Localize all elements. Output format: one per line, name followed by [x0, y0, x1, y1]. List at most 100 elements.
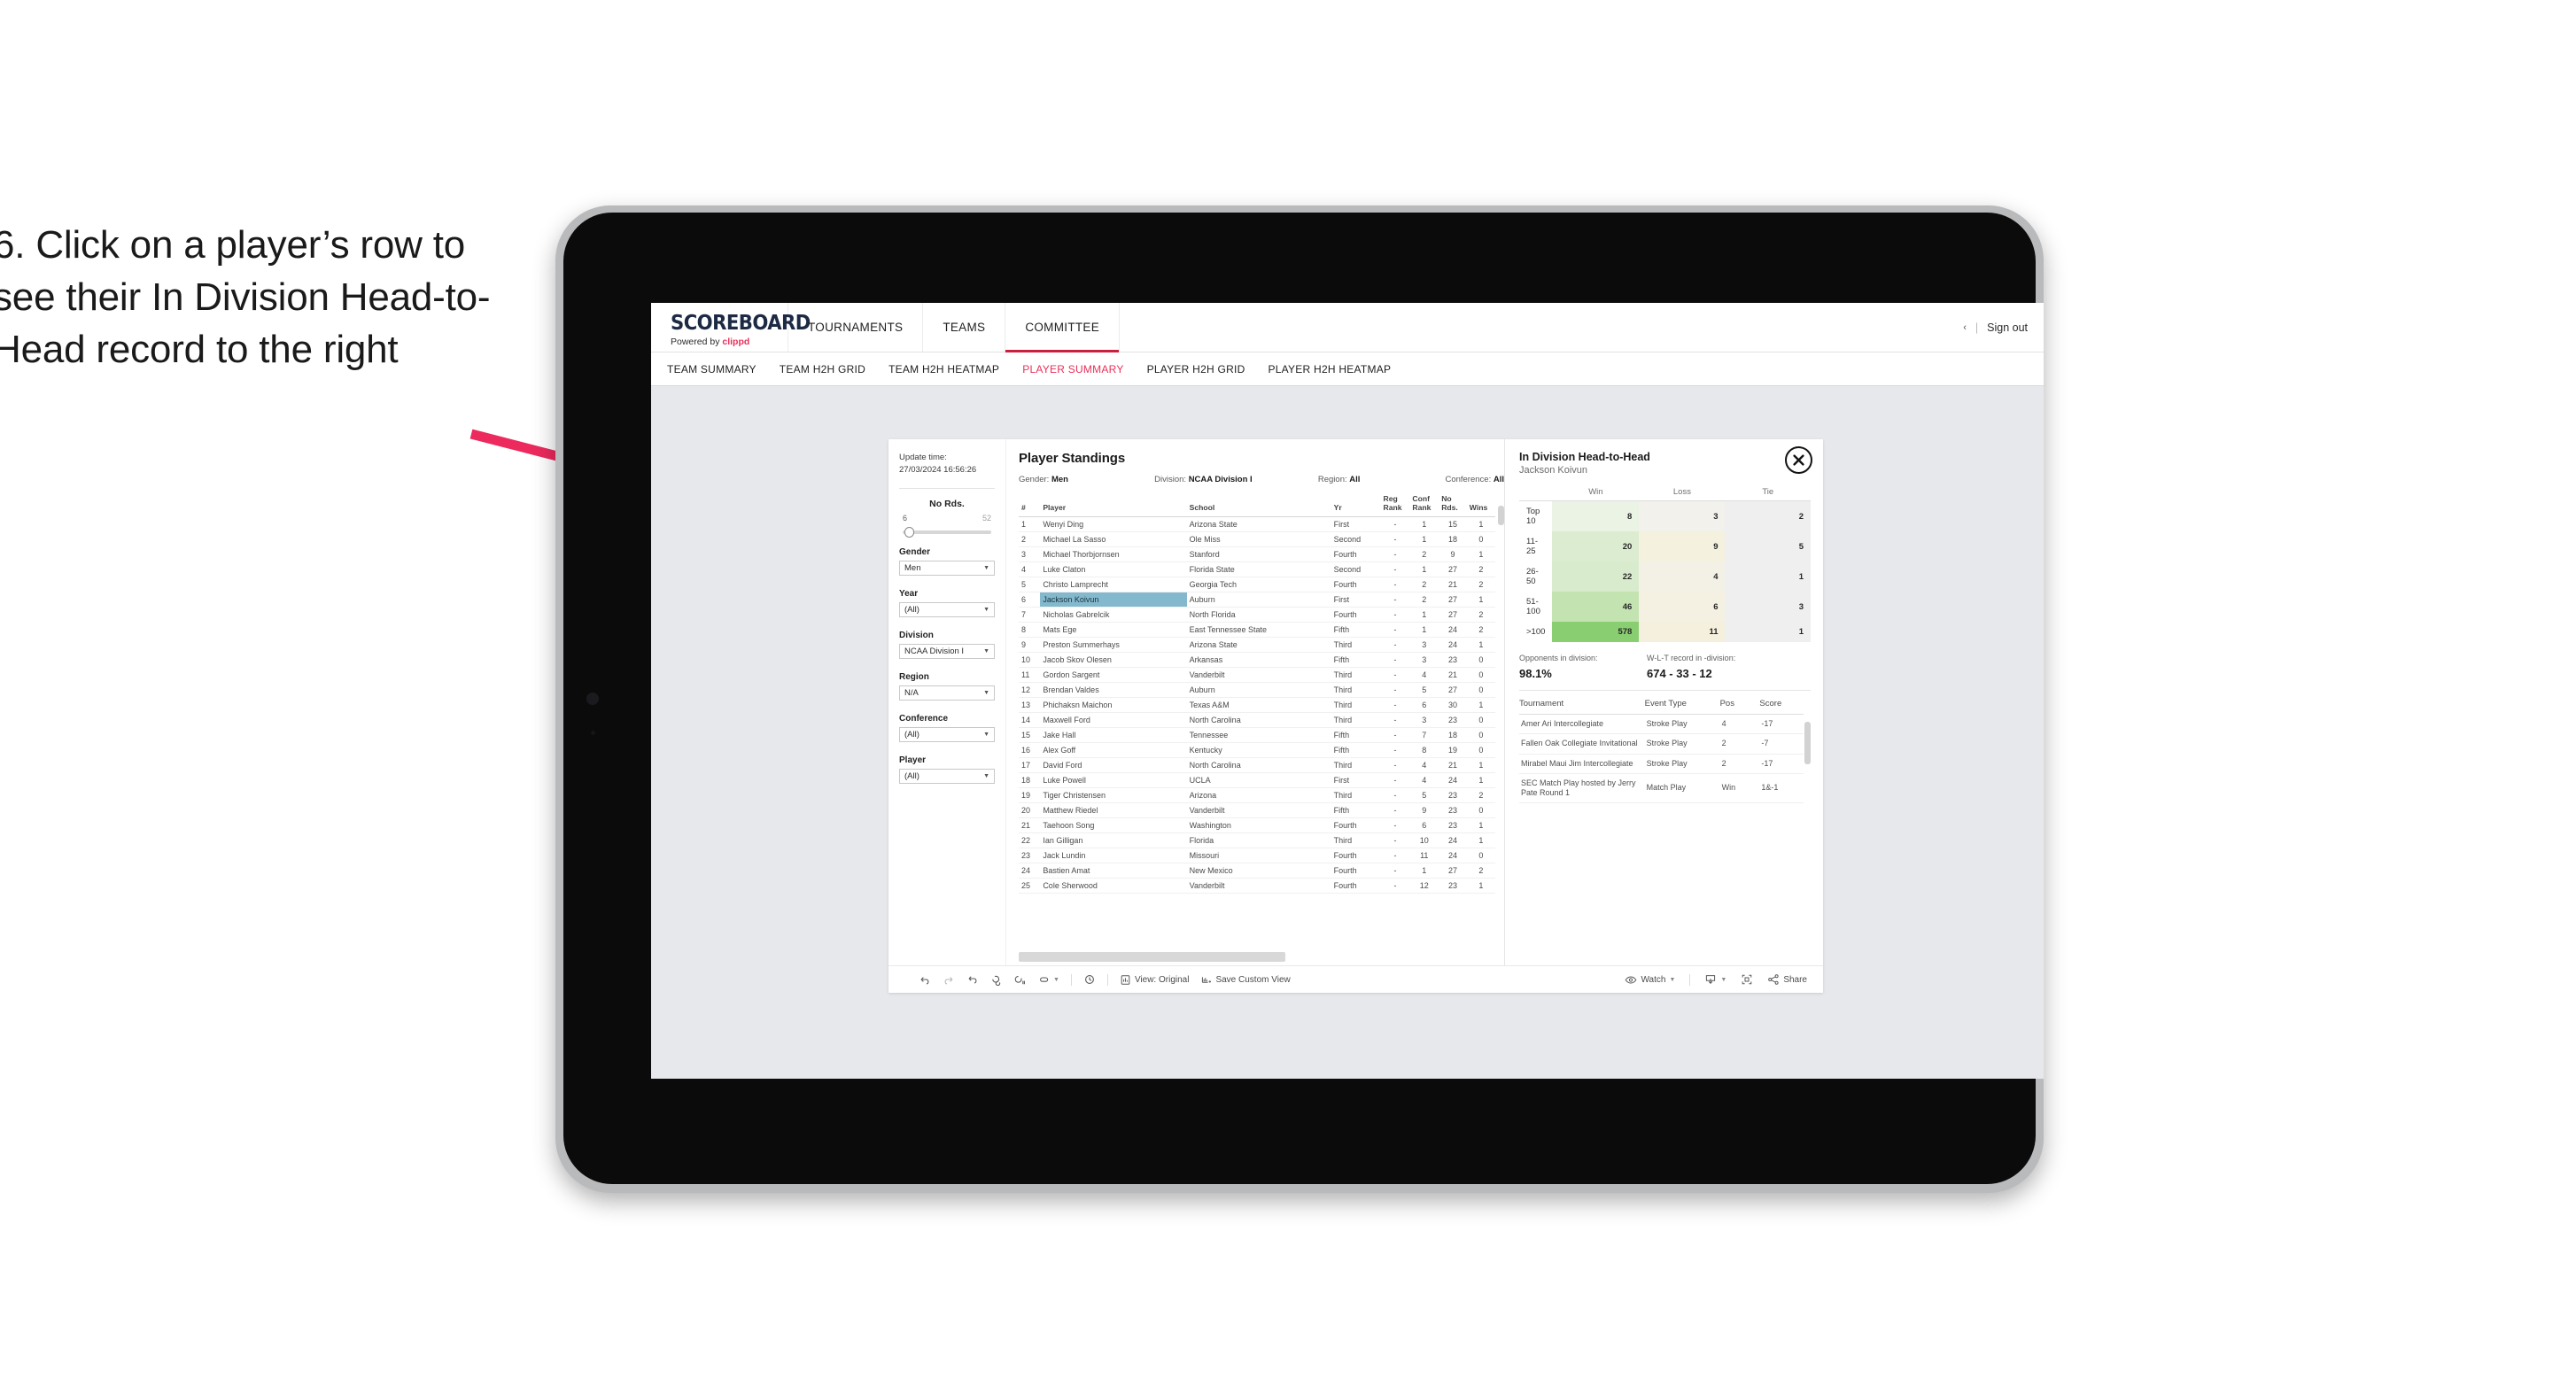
table-row[interactable]: 7 Nicholas Gabrelcik North Florida Fourth -1…	[1019, 607, 1495, 623]
table-row[interactable]: 14 Maxwell Ford North Carolina Third -3 23 0	[1019, 712, 1495, 729]
tablet-screen: SCOREBOARD Powered by clippd TOURNAMENTS…	[651, 303, 2044, 1079]
filter-conference: Conference (All) ▼	[899, 714, 995, 742]
fullscreen-icon	[1742, 974, 1752, 985]
col-no-rds[interactable]: No Rds.	[1439, 493, 1467, 518]
table-row[interactable]: 22 Ian Gilligan Florida Third -10 24 1	[1019, 832, 1495, 849]
fullscreen-button[interactable]	[1741, 973, 1753, 986]
undo-icon[interactable]	[919, 973, 931, 986]
table-row[interactable]: 12 Brendan Valdes Auburn Third -5 27 0	[1019, 682, 1495, 699]
table-row[interactable]: 19 Tiger Christensen Arizona Third -5 23 2	[1019, 787, 1495, 804]
sign-out-link[interactable]: Sign out	[1987, 321, 2028, 334]
table-row[interactable]: 2 Michael La Sasso Ole Miss Second -1 18 0	[1019, 531, 1495, 548]
cell-wins: 0	[1466, 742, 1495, 759]
standings-vertical-scrollbar[interactable]	[1498, 506, 1504, 525]
cell-no-rds: 27	[1439, 561, 1467, 578]
nav-teams[interactable]: TEAMS	[923, 303, 1006, 352]
meta-region: Region: All	[1318, 475, 1446, 484]
redo-icon[interactable]	[943, 973, 955, 986]
cell-yr: Fourth	[1331, 863, 1381, 879]
col-rank[interactable]: #	[1019, 493, 1041, 518]
table-row[interactable]: 17 David Ford North Carolina Third -4 21 1	[1019, 757, 1495, 774]
table-row[interactable]: 16 Alex Goff Kentucky Fifth -8 19 0	[1019, 742, 1495, 759]
tournament-row[interactable]: Fallen Oak Collegiate Invitational Stroke…	[1519, 733, 1804, 755]
cell-player: Nicholas Gabrelcik	[1040, 607, 1187, 623]
filter-year-select[interactable]: (All) ▼	[899, 601, 995, 617]
table-row[interactable]: 13 Phichaksn Maichon Texas A&M Third -6 30 1	[1019, 697, 1495, 714]
table-row[interactable]: 3 Michael Thorbjornsen Stanford Fourth -2 9 1	[1019, 546, 1495, 563]
table-row[interactable]: 1 Wenyi Ding Arizona State First -1 15 1	[1019, 516, 1495, 533]
cell-pos: Win	[1719, 773, 1760, 804]
nav-committee[interactable]: COMMITTEE	[1005, 303, 1121, 352]
col-reg-rank[interactable]: Reg Rank	[1380, 493, 1410, 518]
pause-icon[interactable]	[1014, 973, 1027, 986]
h2h-cell-tie: 2	[1725, 500, 1811, 531]
tab-player-h2h-grid[interactable]: PLAYER H2H GRID	[1147, 363, 1245, 376]
clock-icon[interactable]	[1083, 973, 1096, 986]
table-row[interactable]: 5 Christo Lamprecht Georgia Tech Fourth -2 21…	[1019, 577, 1495, 593]
pause-dropdown-group[interactable]: ▼	[1038, 973, 1059, 986]
no-rds-slider-handle[interactable]	[904, 526, 914, 538]
meta-region-label: Region:	[1317, 475, 1350, 484]
save-custom-view-button[interactable]: Save Custom View	[1200, 974, 1291, 986]
filter-year-value: (All)	[904, 604, 919, 615]
col-school[interactable]: School	[1186, 493, 1331, 518]
watch-button[interactable]: Watch ▼	[1625, 974, 1675, 986]
table-row[interactable]: 15 Jake Hall Tennessee Fifth -7 18 0	[1019, 727, 1495, 744]
view-original-button[interactable]: View: Original	[1120, 974, 1189, 986]
col-wins[interactable]: Wins	[1466, 493, 1495, 518]
cell-player: Jake Hall	[1040, 727, 1187, 744]
tab-player-h2h-heatmap[interactable]: PLAYER H2H HEATMAP	[1269, 363, 1392, 376]
table-row[interactable]: 18 Luke Powell UCLA First -4 24 1	[1019, 772, 1495, 789]
filter-division-select[interactable]: NCAA Division I ▼	[899, 643, 995, 659]
table-row[interactable]: 10 Jacob Skov Olesen Arkansas Fifth -3 23 0	[1019, 652, 1495, 669]
tab-team-h2h-grid[interactable]: TEAM H2H GRID	[780, 363, 865, 376]
table-row[interactable]: 4 Luke Claton Florida State Second -1 27 2	[1019, 561, 1495, 578]
table-row[interactable]: 23 Jack Lundin Missouri Fourth -11 24 0	[1019, 848, 1495, 864]
cell-conf-rank: 1	[1409, 863, 1439, 879]
filter-conference-select[interactable]: (All) ▼	[899, 726, 995, 742]
cell-player: Tiger Christensen	[1040, 787, 1187, 804]
refresh-icon[interactable]	[990, 973, 1003, 986]
chevron-left-icon[interactable]: ‹	[1963, 322, 1967, 333]
tournament-row[interactable]: SEC Match Play hosted by Jerry Pate Roun…	[1519, 773, 1804, 804]
meta-conference-label: Conference:	[1445, 475, 1494, 484]
cell-conf-rank: 8	[1409, 742, 1439, 759]
cell-player: Christo Lamprecht	[1040, 577, 1187, 593]
table-row[interactable]: 11 Gordon Sargent Vanderbilt Third -4 21 0	[1019, 667, 1495, 684]
tab-team-h2h-heatmap[interactable]: TEAM H2H HEATMAP	[888, 363, 999, 376]
table-row[interactable]: 9 Preston Summerhays Arizona State Third -3 2…	[1019, 637, 1495, 654]
col-yr[interactable]: Yr	[1331, 493, 1381, 518]
table-row[interactable]: 6 Jackson Koivun Auburn First -2 27 1	[1019, 592, 1495, 608]
cell-reg-rank: -	[1380, 607, 1410, 623]
table-row[interactable]: 24 Bastien Amat New Mexico Fourth -1 27 2	[1019, 863, 1495, 879]
no-rds-slider-track[interactable]	[903, 526, 991, 538]
app-header: SCOREBOARD Powered by clippd TOURNAMENTS…	[651, 303, 2044, 352]
nav-tournaments[interactable]: TOURNAMENTS	[788, 303, 924, 352]
close-icon[interactable]	[1785, 446, 1812, 474]
download-button[interactable]: ▼	[1704, 973, 1726, 986]
cell-rank: 23	[1019, 848, 1041, 864]
col-conf-rank[interactable]: Conf Rank	[1409, 493, 1439, 518]
filter-region-select[interactable]: N/A ▼	[899, 685, 995, 701]
scoreboard-logo[interactable]: SCOREBOARD Powered by clippd	[651, 303, 811, 352]
standings-horizontal-scrollbar[interactable]	[1019, 952, 1286, 962]
cell-school: North Carolina	[1186, 757, 1331, 774]
tab-team-summary[interactable]: TEAM SUMMARY	[667, 363, 757, 376]
table-row[interactable]: 21 Taehoon Song Washington Fourth -6 23 1	[1019, 817, 1495, 834]
filter-gender-select[interactable]: Men ▼	[899, 560, 995, 576]
share-button[interactable]: Share	[1767, 973, 1807, 986]
tournament-row[interactable]: Mirabel Maui Jim Intercollegiate Stroke P…	[1519, 754, 1804, 774]
col-player[interactable]: Player	[1040, 493, 1187, 518]
pause-dropdown-icon[interactable]	[1038, 973, 1051, 986]
h2h-col-tie: Tie	[1725, 487, 1811, 501]
revert-icon[interactable]	[966, 973, 979, 986]
table-row[interactable]: 8 Mats Ege East Tennessee State Fifth -1 24 2	[1019, 622, 1495, 639]
tournament-vertical-scrollbar[interactable]	[1804, 722, 1811, 764]
cell-rank: 4	[1019, 561, 1041, 578]
table-row[interactable]: 25 Cole Sherwood Vanderbilt Fourth -12 23 1	[1019, 878, 1495, 894]
cell-no-rds: 24	[1439, 622, 1467, 639]
tab-player-summary[interactable]: PLAYER SUMMARY	[1022, 363, 1123, 376]
table-row[interactable]: 20 Matthew Riedel Vanderbilt Fifth -9 23 0	[1019, 802, 1495, 819]
filter-player-select[interactable]: (All) ▼	[899, 768, 995, 784]
tournament-row[interactable]: Amer Ari Intercollegiate Stroke Play 4 -17	[1519, 714, 1804, 735]
